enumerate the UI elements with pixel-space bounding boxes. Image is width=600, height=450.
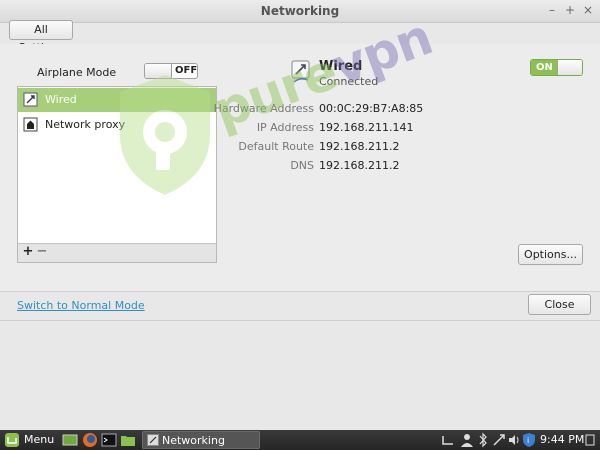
wired-switch-state: ON [536, 62, 553, 73]
wired-connection-icon [291, 60, 310, 83]
ip-address-value: 192.168.211.141 [319, 121, 414, 134]
default-route-value: 192.168.211.2 [319, 140, 400, 153]
title-bar[interactable]: Networking – + × [0, 0, 600, 23]
networking-window: Networking – + × All Settings Airplane M… [0, 0, 600, 430]
toggle-knob [145, 64, 172, 78]
svg-text:i: i [527, 436, 529, 445]
show-desktop-icon[interactable] [62, 432, 78, 448]
ip-address-label: IP Address [256, 121, 314, 134]
firefox-icon[interactable] [82, 432, 98, 448]
wired-switch[interactable]: ON [530, 59, 583, 76]
remove-connection-button[interactable]: − [35, 245, 49, 259]
window-title: Networking [260, 4, 340, 18]
airplane-mode-toggle[interactable]: OFF [144, 63, 198, 79]
proxy-icon [23, 117, 38, 132]
add-connection-button[interactable]: + [21, 245, 35, 259]
airplane-mode-state: OFF [175, 65, 198, 76]
close-window-icon[interactable]: × [581, 3, 595, 17]
network-connected-icon[interactable] [492, 432, 506, 448]
taskbar-item-networking[interactable]: Networking [142, 431, 260, 449]
default-route-label: Default Route [238, 140, 314, 153]
list-item-label: Network proxy [45, 118, 126, 131]
minimize-icon[interactable]: – [545, 3, 559, 17]
connection-status: Connected [319, 75, 379, 88]
switch-knob [557, 60, 582, 75]
notifications-icon[interactable] [584, 432, 596, 448]
wired-network-icon [23, 92, 38, 107]
taskbar-item-label: Networking [162, 434, 225, 447]
bottom-divider [0, 320, 600, 321]
all-settings-button[interactable]: All Settings [9, 20, 73, 54]
hardware-address-value: 00:0C:29:B7:A8:85 [319, 102, 424, 115]
dns-label: DNS [290, 159, 314, 172]
footer-divider [0, 291, 600, 292]
network-settings-icon [147, 434, 159, 446]
options-button[interactable]: Options... [518, 244, 583, 265]
toolbar: All Settings [0, 20, 600, 54]
taskbar: Menu Networking i 9:44 PM [0, 430, 600, 450]
switch-to-normal-mode-link[interactable]: Switch to Normal Mode [17, 299, 145, 312]
keyboard-icon[interactable] [441, 432, 455, 448]
list-toolbar: + − [18, 243, 216, 262]
user-icon[interactable] [460, 432, 474, 448]
terminal-icon[interactable] [101, 432, 117, 448]
connection-name: Wired [319, 59, 363, 74]
hardware-address-label: Hardware Address [213, 102, 314, 115]
menu-button[interactable]: Menu [24, 433, 54, 449]
files-icon[interactable] [120, 432, 136, 448]
list-item-label: Wired [45, 93, 77, 106]
airplane-mode-label: Airplane Mode [37, 66, 117, 79]
maximize-icon[interactable]: + [563, 3, 577, 17]
update-shield-icon[interactable]: i [522, 432, 536, 448]
dns-value: 192.168.211.2 [319, 159, 400, 172]
close-button[interactable]: Close [528, 294, 591, 315]
volume-icon[interactable] [507, 432, 521, 448]
mint-menu-icon[interactable] [4, 432, 20, 448]
bluetooth-icon[interactable] [477, 432, 489, 448]
clock[interactable]: 9:44 PM [540, 433, 584, 449]
